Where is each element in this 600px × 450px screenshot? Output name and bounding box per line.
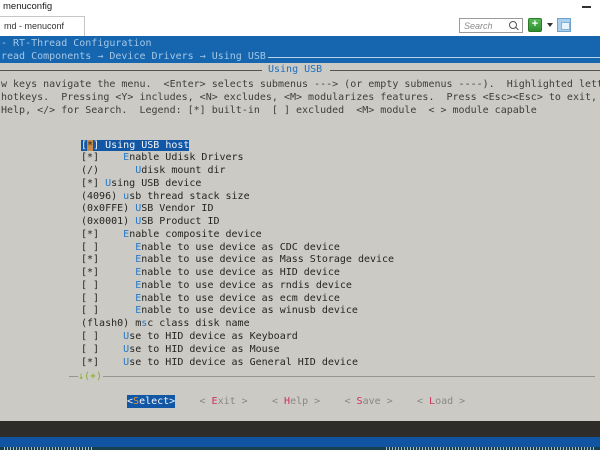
list-border-right: [103, 376, 595, 377]
menu-item[interactable]: [ ] Use to HID device as Mouse: [81, 344, 600, 357]
minimize-icon[interactable]: [582, 6, 591, 8]
menu-item[interactable]: [*] Enable Udisk Drivers: [81, 152, 600, 165]
menu-item[interactable]: [ ] Enable to use device as ecm device: [81, 293, 600, 306]
tab-cmd-menuconf[interactable]: md - menuconf: [0, 16, 85, 36]
dialog-buttons: <Select> < Exit > < Help > < Save > < Load >: [0, 395, 600, 408]
search-icon: [509, 21, 517, 29]
console-icon[interactable]: [557, 18, 571, 32]
instruction-line: hotkeys. Pressing <Y> includes, <N> excl…: [1, 91, 600, 104]
menu-item[interactable]: (0x0001) USB Product ID: [81, 216, 600, 229]
menu-list: [*] Using USB host[*] Enable Udisk Drive…: [81, 140, 600, 370]
breadcrumb-rule: [268, 57, 600, 58]
instruction-line: Help, </> for Search. Legend: [*] built-…: [1, 104, 600, 117]
window-titlebar: menuconfig: [0, 0, 600, 15]
dialog-border-right: [330, 70, 600, 71]
chevron-down-icon[interactable]: [547, 23, 553, 27]
tab-bar: md - menuconf +: [0, 15, 600, 36]
menu-item[interactable]: [ ] Use to HID device as Keyboard: [81, 331, 600, 344]
menuconfig-dialog: Using USB w keys navigate the menu. <Ent…: [0, 63, 600, 421]
config-title-line: - RT-Thread Configuration: [1, 37, 152, 50]
dialog-border-left: [0, 70, 262, 71]
app-window: menuconfig md - menuconf + - RT-Thread C…: [0, 0, 600, 450]
help-button[interactable]: < Help >: [272, 395, 320, 408]
instructions: w keys navigate the menu. <Enter> select…: [1, 78, 600, 117]
menu-item[interactable]: [*] Enable to use device as Mass Storage…: [81, 254, 600, 267]
menu-item[interactable]: (4096) usb thread stack size: [81, 191, 600, 204]
select-button[interactable]: <Select>: [127, 395, 175, 408]
menu-item[interactable]: [*] Enable composite device: [81, 229, 600, 242]
menu-item[interactable]: [ ] Enable to use device as rndis device: [81, 280, 600, 293]
breadcrumb: read Components → Device Drivers → Using…: [1, 50, 266, 63]
menu-item[interactable]: (flash0) msc class disk name: [81, 318, 600, 331]
terminal-blue-band: [0, 437, 600, 447]
menu-item[interactable]: [*] Enable to use device as HID device: [81, 267, 600, 280]
terminal-bottom-band: [0, 421, 600, 437]
menu-item[interactable]: (/) Udisk mount dir: [81, 165, 600, 178]
scroll-more-indicator: ↓(+): [78, 370, 102, 383]
load-button[interactable]: < Load >: [417, 395, 465, 408]
menu-item[interactable]: [ ] Enable to use device as CDC device: [81, 242, 600, 255]
menu-item[interactable]: (0x0FFE) USB Vendor ID: [81, 203, 600, 216]
menu-item[interactable]: [*] Use to HID device as General HID dev…: [81, 357, 600, 370]
tab-label: md - menuconf: [4, 21, 64, 31]
exit-button[interactable]: < Exit >: [200, 395, 248, 408]
menu-item[interactable]: [*] Using USB host: [81, 140, 600, 153]
window-title: menuconfig: [3, 1, 52, 12]
new-tab-button[interactable]: +: [528, 18, 542, 32]
save-button[interactable]: < Save >: [345, 395, 393, 408]
dialog-title: Using USB: [268, 63, 322, 76]
menu-item[interactable]: [*] Using USB device: [81, 178, 600, 191]
menu-item[interactable]: [ ] Enable to use device as winusb devic…: [81, 305, 600, 318]
instruction-line: w keys navigate the menu. <Enter> select…: [1, 78, 600, 91]
list-border-left: [69, 376, 78, 377]
terminal: - RT-Thread Configuration read Component…: [0, 36, 600, 450]
